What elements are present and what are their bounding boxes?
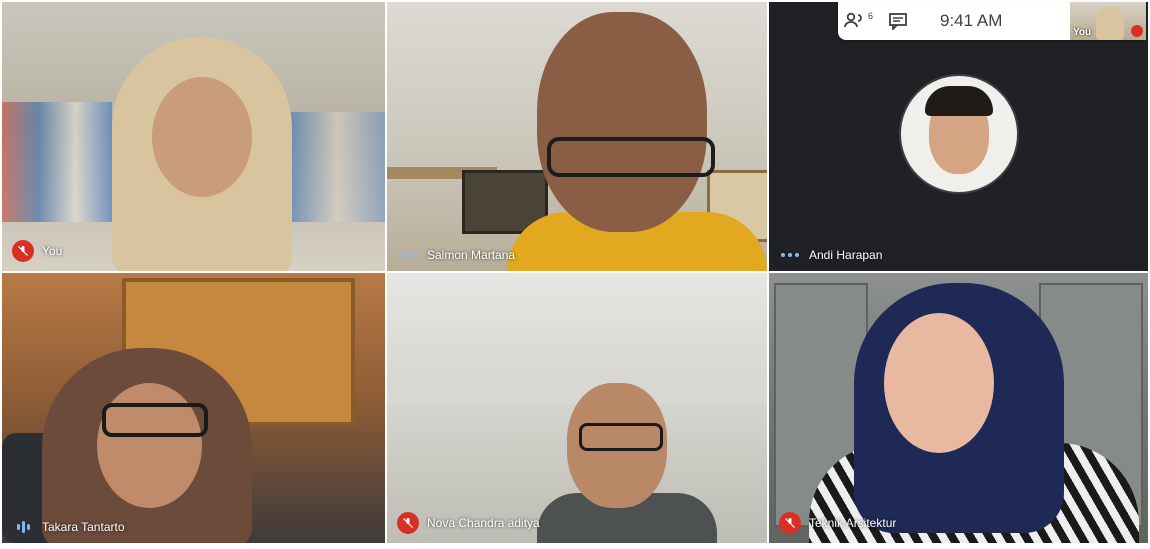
self-view-figure: [1096, 6, 1124, 40]
participant-face: [97, 383, 202, 508]
avatar: [898, 74, 1019, 194]
participant-label: Andi Harapan: [779, 248, 882, 262]
glasses: [579, 423, 663, 451]
participant-name: Nova Chandra aditya: [427, 516, 540, 530]
participant-name: Salmon Martana: [427, 248, 516, 262]
wall-beam: [387, 373, 767, 403]
participant-name: Takara Tantarto: [42, 520, 125, 534]
video-grid: You Salmon Martana Andi Harapan Takara T…: [2, 2, 1148, 544]
video-tile-salmon-martana[interactable]: Salmon Martana: [387, 2, 767, 271]
mic-off-icon: [12, 240, 34, 262]
mic-off-icon: [397, 512, 419, 534]
mic-off-icon: [1131, 25, 1143, 37]
more-dots-icon: [397, 253, 419, 257]
avatar-hair: [924, 86, 993, 116]
video-tile-teknik-arsitektur[interactable]: Teknik Arsitektur: [769, 273, 1148, 543]
bookshelf: [2, 102, 112, 222]
chat-button[interactable]: [878, 2, 918, 40]
participant-label: Salmon Martana: [397, 248, 515, 262]
participant-face: [884, 313, 994, 453]
mic-off-icon: [779, 512, 801, 534]
meeting-time: 9:41 AM: [940, 11, 1003, 30]
participant-face: [152, 77, 252, 197]
participant-name: You: [42, 244, 63, 258]
participant-label: Teknik Arsitektur: [779, 512, 896, 534]
self-view-label: You: [1073, 27, 1092, 38]
participant-label: You: [12, 240, 62, 262]
video-tile-you[interactable]: You: [2, 2, 385, 271]
meeting-top-bar: 6 9:41 AM You: [838, 2, 1146, 40]
more-dots-icon: [779, 253, 801, 257]
participant-name: Teknik Arsitektur: [809, 516, 897, 530]
participant-name: Andi Harapan: [809, 248, 883, 262]
glasses: [547, 137, 715, 177]
participant-face: [537, 12, 707, 232]
speaking-indicator-icon: [12, 521, 34, 533]
people-button[interactable]: 6: [838, 2, 878, 40]
participant-label: Takara Tantarto: [12, 520, 125, 534]
participant-label: Nova Chandra aditya: [397, 512, 540, 534]
bookshelf-right: [290, 112, 385, 222]
glasses: [102, 403, 208, 437]
video-tile-andi-harapan[interactable]: Andi Harapan: [769, 2, 1148, 271]
people-icon: [844, 12, 862, 28]
video-tile-takara-tantarto[interactable]: Takara Tantarto: [2, 273, 385, 543]
people-count: 6: [867, 11, 873, 21]
self-view-thumbnail[interactable]: You: [1070, 2, 1146, 40]
video-tile-nova-chandra-aditya[interactable]: Nova Chandra aditya: [387, 273, 767, 543]
chat-icon: [889, 13, 907, 30]
